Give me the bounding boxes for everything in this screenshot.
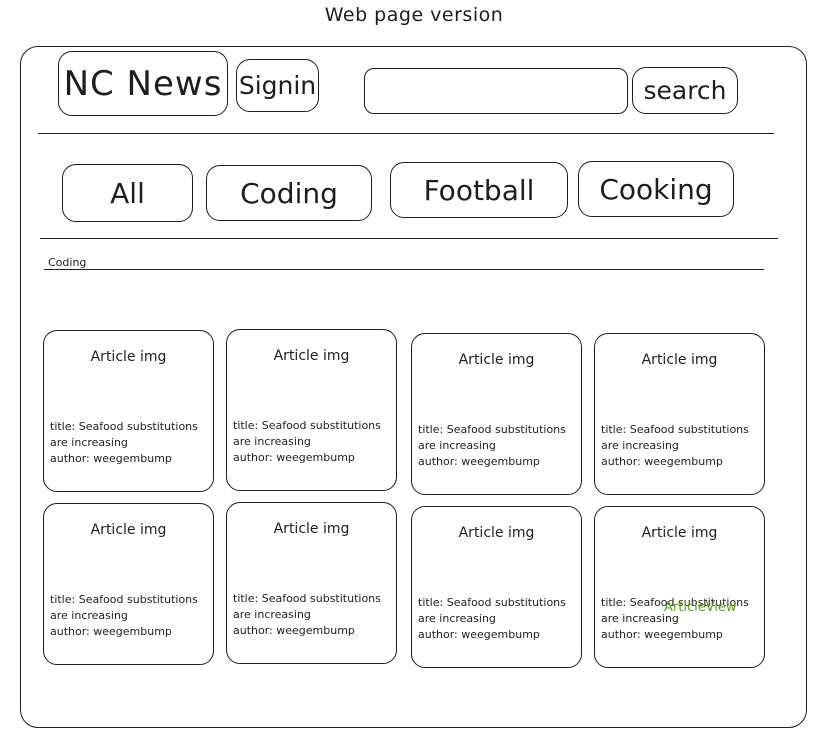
article-image-placeholder: Article img: [458, 352, 535, 368]
article-title: title: Seafood substitutions are increas…: [50, 420, 198, 449]
article-card[interactable]: Article img title: Seafood substitutions…: [43, 330, 214, 492]
article-card[interactable]: Article img title: Seafood substitutions…: [411, 506, 582, 668]
article-title: title: Seafood substitutions are increas…: [601, 423, 749, 452]
article-image-placeholder: Article img: [90, 349, 167, 365]
article-image-placeholder: Article img: [273, 521, 350, 537]
tabs-divider: [40, 238, 778, 239]
article-author: author: weegembump: [233, 624, 355, 637]
article-author: author: weegembump: [601, 455, 723, 468]
article-card[interactable]: Article img title: Seafood substitutions…: [411, 333, 582, 495]
breadcrumb: Coding: [48, 256, 87, 269]
article-view-annotation: ArticleView: [664, 600, 737, 615]
article-card[interactable]: Article img title: Seafood substitutions…: [594, 333, 765, 495]
article-card[interactable]: Article img title: Seafood substitutions…: [43, 503, 214, 665]
article-title: title: Seafood substitutions are increas…: [418, 423, 566, 452]
search-input[interactable]: [364, 68, 628, 114]
article-image-placeholder: Article img: [90, 522, 167, 538]
article-title: title: Seafood substitutions are increas…: [418, 596, 566, 625]
article-title: title: Seafood substitutions are increas…: [50, 593, 198, 622]
article-author: author: weegembump: [418, 455, 540, 468]
article-card[interactable]: Article img title: Seafood substitutions…: [226, 329, 397, 491]
tab-cooking[interactable]: Cooking: [578, 161, 734, 217]
breadcrumb-underline: [44, 269, 764, 270]
article-image-placeholder: Article img: [458, 525, 535, 541]
header-divider: [38, 133, 774, 134]
tab-coding[interactable]: Coding: [206, 165, 372, 221]
article-author: author: weegembump: [601, 628, 723, 641]
article-title: title: Seafood substitutions are increas…: [233, 592, 381, 621]
article-author: author: weegembump: [418, 628, 540, 641]
article-title: title: Seafood substitutions are increas…: [233, 419, 381, 448]
tab-all[interactable]: All: [62, 164, 193, 222]
article-image-placeholder: Article img: [273, 348, 350, 364]
signin-button[interactable]: Signin: [236, 59, 319, 112]
site-logo[interactable]: NC News: [58, 51, 228, 116]
page-title: Web page version: [324, 4, 504, 26]
search-button[interactable]: search: [632, 67, 738, 114]
tab-football[interactable]: Football: [390, 162, 568, 218]
article-card[interactable]: Article img title: Seafood substitutions…: [226, 502, 397, 664]
article-author: author: weegembump: [50, 452, 172, 465]
article-author: author: weegembump: [233, 451, 355, 464]
article-image-placeholder: Article img: [641, 352, 718, 368]
article-card[interactable]: Article img title: Seafood substitutions…: [594, 506, 765, 668]
article-image-placeholder: Article img: [641, 525, 718, 541]
article-author: author: weegembump: [50, 625, 172, 638]
